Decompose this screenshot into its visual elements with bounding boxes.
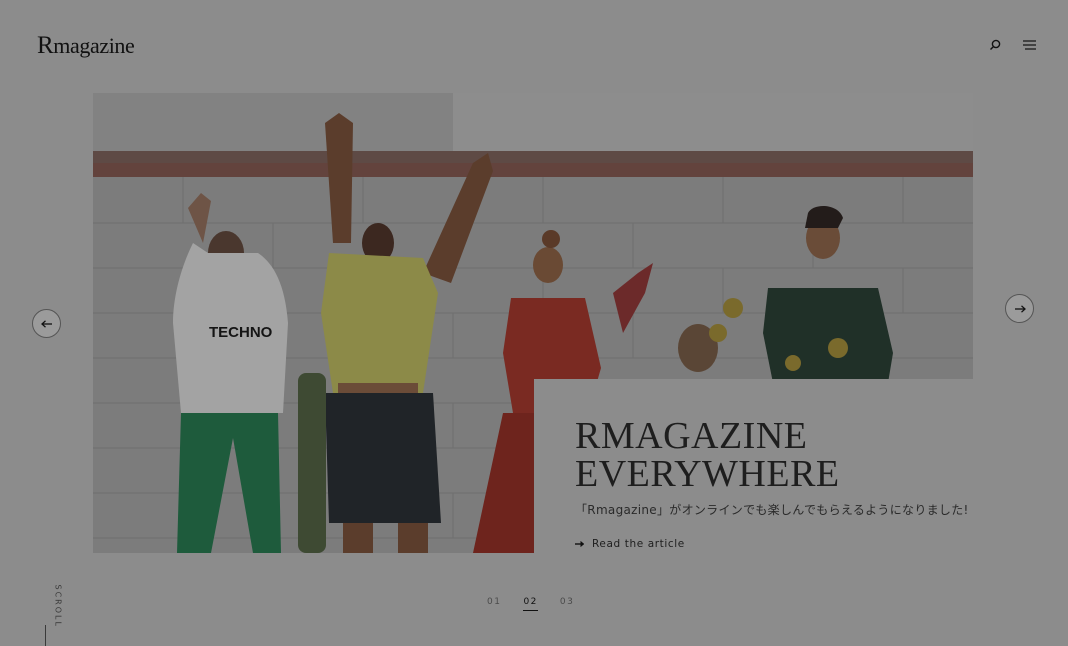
pagination-item-01[interactable]: 01 [487, 597, 501, 611]
feature-title: RMAGAZINE EVERYWHERE [575, 417, 840, 493]
menu-button[interactable] [1021, 38, 1038, 52]
prev-slide-button[interactable] [32, 309, 61, 338]
pagination-item-03[interactable]: 03 [560, 597, 574, 611]
hamburger-menu-icon [1023, 40, 1036, 50]
read-article-label: Read the article [592, 538, 685, 550]
arrow-right-icon [575, 541, 584, 547]
feature-card: RMAGAZINE EVERYWHERE 「Rmagazine」がオンラインでも… [534, 379, 1068, 579]
arrow-right-icon [1014, 304, 1026, 313]
svg-text:TECHNO: TECHNO [209, 324, 273, 341]
slide-pagination: 01 02 03 [487, 597, 574, 611]
feature-title-line-2: EVERYWHERE [575, 453, 840, 495]
pagination-item-02[interactable]: 02 [523, 597, 538, 611]
scroll-line [45, 625, 46, 646]
search-button[interactable] [988, 38, 1002, 52]
feature-subtitle: 「Rmagazine」がオンラインでも楽しんでもらえるようになりました! [575, 503, 969, 517]
site-logo[interactable]: Rmagazine [37, 33, 135, 59]
arrow-left-icon [40, 319, 52, 328]
next-slide-button[interactable] [1005, 294, 1034, 323]
search-icon [990, 39, 1001, 50]
scroll-label: SCROLL [53, 584, 63, 628]
read-article-link[interactable]: Read the article [575, 538, 685, 550]
page: Rmagazine TECHNO RMAGAZINE EVERYWHERE 「R… [0, 0, 1068, 646]
feature-title-line-1: RMAGAZINE [575, 415, 808, 457]
